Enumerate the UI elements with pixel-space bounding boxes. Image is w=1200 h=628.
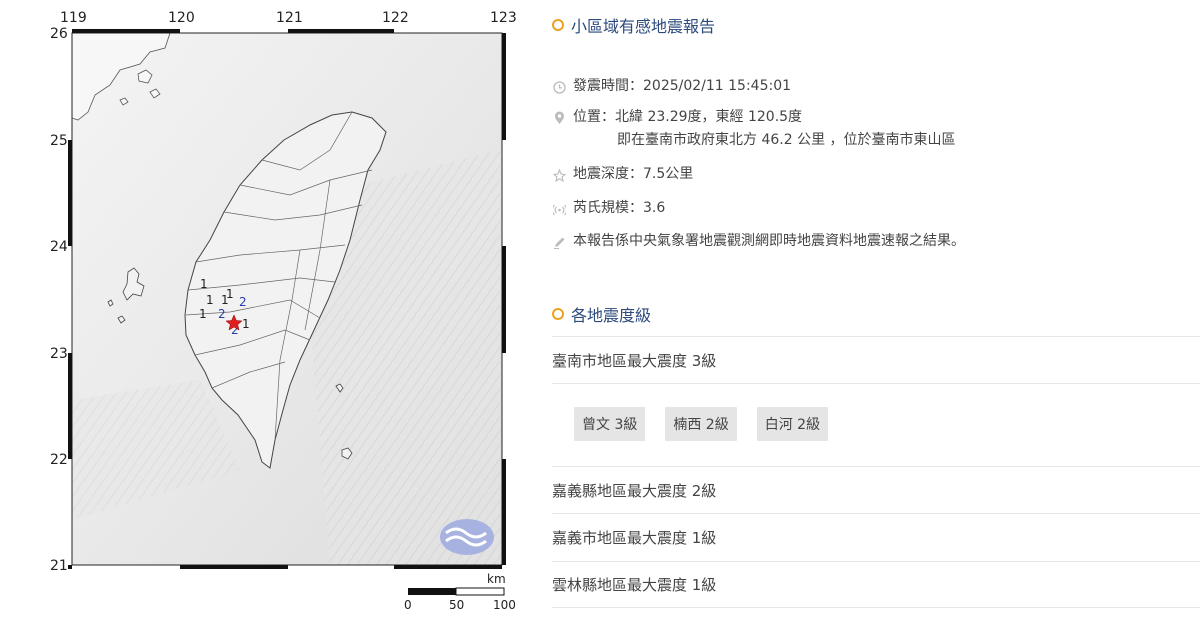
report-title: 小區域有感地震報告 xyxy=(571,17,716,36)
report-panel: 小區域有感地震報告 發震時間：2025/02/11 15:45:01 位置：北緯… xyxy=(552,0,1200,628)
cwa-logo-icon xyxy=(440,519,494,555)
depth-star-icon xyxy=(552,168,566,182)
lon-tick: 119 xyxy=(60,10,87,26)
depth-row: 地震深度：7.5公里 xyxy=(552,166,693,185)
scale-bar: km 0 50 100 xyxy=(404,572,516,612)
location-desc-row: 即在臺南市政府東北方 46.2 公里 ，位於臺南市東山區 xyxy=(617,132,956,151)
longitude-ticks: 119 120 121 122 123 xyxy=(60,10,517,26)
station-badge: 曾文 3級 xyxy=(574,407,646,441)
intensity-title-row: 各地震度級 xyxy=(552,302,651,326)
intensity-marker: 1 xyxy=(199,307,207,321)
intensity-marker: 1 xyxy=(206,293,214,307)
signal-waves-icon xyxy=(552,202,566,216)
quake-magnitude: 芮氏規模：3.6 xyxy=(573,200,666,216)
note-row: 本報告係中央氣象署地震觀測網即時地震資料地震速報之結果。 xyxy=(552,233,965,252)
map-pin-icon xyxy=(552,111,566,125)
station-badge: 白河 2級 xyxy=(756,407,829,441)
report-note: 本報告係中央氣象署地震觀測網即時地震資料地震速報之結果。 xyxy=(573,233,965,249)
region-row[interactable]: 嘉義市地區最大震度 1級 xyxy=(552,513,1200,560)
region-row[interactable]: 雲林縣地區最大震度 1級 xyxy=(552,561,1200,608)
region-label: 雲林縣地區最大震度 1級 xyxy=(552,576,717,594)
scale-label: 0 xyxy=(404,598,412,612)
quake-time: 發震時間：2025/02/11 15:45:01 xyxy=(573,78,792,94)
scale-label: 50 xyxy=(449,598,464,612)
lat-tick: 21 xyxy=(50,558,68,574)
region-row[interactable]: 嘉義縣地區最大震度 2級 xyxy=(552,466,1200,513)
region-label: 嘉義市地區最大震度 1級 xyxy=(552,528,717,547)
scale-unit: km xyxy=(487,572,506,586)
lon-tick: 120 xyxy=(168,10,195,26)
circle-bullet-icon xyxy=(552,308,564,320)
lat-tick: 23 xyxy=(50,346,68,362)
lon-tick: 122 xyxy=(382,10,409,26)
time-row: 發震時間：2025/02/11 15:45:01 xyxy=(552,78,791,97)
station-list: 曾文 3級 楠西 2級 白河 2級 xyxy=(574,407,829,441)
intensity-marker: 1 xyxy=(242,317,250,331)
intensity-marker: 2 xyxy=(218,307,226,321)
location-description: 即在臺南市政府東北方 46.2 公里 ，位於臺南市東山區 xyxy=(617,132,956,148)
latitude-ticks: 26 25 24 23 22 21 xyxy=(50,26,68,574)
location-row: 位置：北緯 23.29度，東經 120.5度 xyxy=(552,109,803,128)
magnitude-row: 芮氏規模：3.6 xyxy=(552,200,665,219)
intensity-marker: 1 xyxy=(221,293,229,307)
intensity-title: 各地震度級 xyxy=(571,306,652,325)
pencil-icon xyxy=(552,235,566,249)
clock-icon xyxy=(552,80,566,94)
lat-tick: 26 xyxy=(50,26,68,42)
lat-tick: 22 xyxy=(50,452,68,468)
report-title-row: 小區域有感地震報告 xyxy=(552,13,715,37)
intensity-marker: 1 xyxy=(200,277,208,291)
lon-tick: 123 xyxy=(490,10,517,26)
region-label: 嘉義縣地區最大震度 2級 xyxy=(552,481,717,500)
intensity-marker: 2 xyxy=(239,295,247,309)
lat-tick: 24 xyxy=(50,239,68,255)
lat-tick: 25 xyxy=(50,133,68,149)
circle-bullet-icon xyxy=(552,19,564,31)
region-label: 臺南市地區最大震度 3級 xyxy=(552,351,717,370)
location-coordinates: 位置：北緯 23.29度，東經 120.5度 xyxy=(573,109,803,125)
station-badge: 楠西 2級 xyxy=(665,407,737,441)
earthquake-map: 119 120 121 122 123 26 25 24 23 22 21 1 … xyxy=(0,0,530,628)
lon-tick: 121 xyxy=(276,10,303,26)
quake-depth: 地震深度：7.5公里 xyxy=(573,166,694,182)
scale-label: 100 xyxy=(493,598,516,612)
region-row[interactable]: 臺南市地區最大震度 3級 xyxy=(552,336,1200,383)
